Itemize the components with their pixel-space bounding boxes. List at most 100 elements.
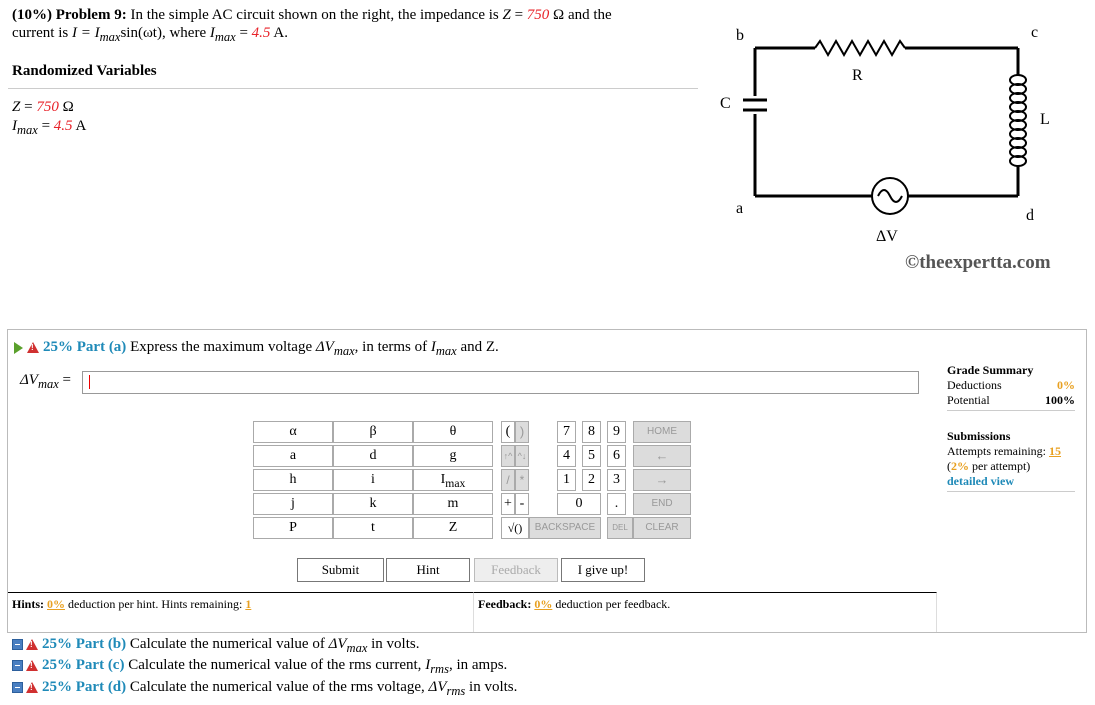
key-j[interactable]: j bbox=[253, 493, 333, 515]
max-subscript-2: max bbox=[214, 30, 236, 44]
circuit-diagram: b c a d R L C ΔV bbox=[720, 24, 1050, 245]
part-a-header[interactable]: 25% Part (a) Express the maximum voltage… bbox=[14, 339, 499, 359]
key-left-arrow[interactable]: ← bbox=[633, 445, 691, 467]
feedback-button[interactable]: Feedback bbox=[474, 558, 558, 582]
part-d-header[interactable]: 25% Part (d) Calculate the numerical val… bbox=[12, 679, 517, 699]
expand-triangle-icon[interactable] bbox=[14, 341, 23, 354]
label-r: R bbox=[852, 67, 863, 84]
z-symbol: Z bbox=[502, 7, 511, 23]
key-home[interactable]: HOME bbox=[633, 421, 691, 443]
answer-label: ΔVmax = bbox=[20, 372, 72, 391]
key-g[interactable]: g bbox=[413, 445, 493, 467]
submissions-title: Submissions bbox=[947, 429, 1011, 443]
key-beta[interactable]: β bbox=[333, 421, 413, 443]
key-theta[interactable]: θ bbox=[413, 421, 493, 443]
collapsed-icon[interactable] bbox=[12, 639, 23, 651]
key-right-arrow[interactable]: → bbox=[633, 469, 691, 491]
randomized-variables: Z = 750 Ω Imax = 4.5 A bbox=[12, 98, 86, 140]
key-p[interactable]: P bbox=[253, 517, 333, 539]
label-dv: ΔV bbox=[876, 228, 898, 245]
imax-variable: Imax = 4.5 A bbox=[12, 118, 87, 137]
warning-icon bbox=[26, 639, 38, 651]
key-dot[interactable]: . bbox=[607, 493, 626, 515]
sin-part: sin(ωt), where bbox=[120, 25, 207, 41]
key-del[interactable]: DEL bbox=[607, 517, 633, 539]
problem-text: In the simple AC circuit shown on the ri… bbox=[130, 7, 499, 23]
key-sqrt[interactable]: √() bbox=[501, 517, 529, 539]
submit-button[interactable]: Submit bbox=[297, 558, 384, 582]
problem-weight: (10%) bbox=[12, 7, 52, 23]
problem-text-2: and the bbox=[567, 7, 612, 23]
key-8[interactable]: 8 bbox=[582, 421, 601, 443]
key-a[interactable]: a bbox=[253, 445, 333, 467]
key-6[interactable]: 6 bbox=[607, 445, 626, 467]
key-divide[interactable]: / bbox=[501, 469, 515, 491]
key-2[interactable]: 2 bbox=[582, 469, 601, 491]
key-9[interactable]: 9 bbox=[607, 421, 626, 443]
key-alpha[interactable]: α bbox=[253, 421, 333, 443]
warning-icon bbox=[26, 682, 38, 694]
current-expr: I = I bbox=[71, 25, 100, 41]
key-d[interactable]: d bbox=[333, 445, 413, 467]
key-3[interactable]: 3 bbox=[607, 469, 626, 491]
key-plus[interactable]: + bbox=[501, 493, 515, 515]
per-attempt: (2% per attempt) bbox=[947, 459, 1031, 473]
grade-summary: Grade Summary Deductions 0% Potential 100%… bbox=[947, 363, 1075, 494]
key-multiply[interactable]: * bbox=[515, 469, 529, 491]
warning-icon bbox=[26, 660, 38, 672]
part-c-header[interactable]: 25% Part (c) Calculate the numerical val… bbox=[12, 657, 507, 677]
label-a: a bbox=[736, 200, 743, 217]
z-unit: Ω bbox=[553, 7, 565, 23]
imax-value: 4.5 bbox=[251, 25, 271, 41]
key-4[interactable]: 4 bbox=[557, 445, 576, 467]
hints-info: Hints: 0% deduction per hint. Hints rema… bbox=[8, 592, 476, 632]
key-imax[interactable]: Imax bbox=[413, 469, 493, 491]
key-paren-close[interactable]: ) bbox=[515, 421, 529, 443]
answer-input[interactable] bbox=[82, 371, 919, 394]
key-i[interactable]: i bbox=[333, 469, 413, 491]
key-subscript[interactable]: ^↓ bbox=[515, 445, 529, 467]
key-z[interactable]: Z bbox=[413, 517, 493, 539]
label-b: b bbox=[736, 27, 744, 44]
key-m[interactable]: m bbox=[413, 493, 493, 515]
key-backspace[interactable]: BACKSPACE bbox=[529, 517, 601, 539]
key-paren-open[interactable]: ( bbox=[501, 421, 515, 443]
z-value: 750 bbox=[526, 7, 550, 23]
imax-unit: A. bbox=[273, 25, 288, 41]
part-a-name: Part (a) bbox=[76, 339, 127, 355]
key-h[interactable]: h bbox=[253, 469, 333, 491]
deductions-row: Deductions 0% bbox=[947, 378, 1075, 392]
divider bbox=[8, 88, 698, 89]
resistor bbox=[814, 38, 906, 58]
part-b-header[interactable]: 25% Part (b) Calculate the numerical val… bbox=[12, 636, 419, 656]
inductor bbox=[1009, 74, 1027, 167]
key-0[interactable]: 0 bbox=[557, 493, 601, 515]
key-t[interactable]: t bbox=[333, 517, 413, 539]
label-c-cap: C bbox=[720, 95, 731, 112]
label-l: L bbox=[1040, 111, 1050, 128]
problem-statement: (10%) Problem 9: In the simple AC circui… bbox=[12, 7, 612, 44]
key-clear[interactable]: CLEAR bbox=[633, 517, 691, 539]
collapsed-icon[interactable] bbox=[12, 682, 23, 694]
collapsed-icon[interactable] bbox=[12, 660, 23, 672]
potential-row: Potential 100% bbox=[947, 393, 1075, 407]
key-end[interactable]: END bbox=[633, 493, 691, 515]
problem-label: Problem 9: bbox=[55, 7, 127, 23]
part-a-pct: 25% bbox=[43, 339, 73, 355]
copyright: ©theexpertta.com bbox=[905, 252, 1051, 273]
key-1[interactable]: 1 bbox=[557, 469, 576, 491]
text-cursor bbox=[89, 375, 90, 389]
key-k[interactable]: k bbox=[333, 493, 413, 515]
grade-summary-title: Grade Summary bbox=[947, 363, 1034, 377]
detailed-view-link[interactable]: detailed view bbox=[947, 474, 1075, 489]
label-c: c bbox=[1031, 24, 1038, 41]
warning-icon bbox=[27, 342, 39, 354]
hint-button[interactable]: Hint bbox=[386, 558, 470, 582]
give-up-button[interactable]: I give up! bbox=[561, 558, 645, 582]
problem-text-3: current is bbox=[12, 25, 69, 41]
key-superscript[interactable]: ↑^ bbox=[501, 445, 515, 467]
key-minus[interactable]: - bbox=[515, 493, 529, 515]
key-7[interactable]: 7 bbox=[557, 421, 576, 443]
feedback-info: Feedback: 0% deduction per feedback. bbox=[473, 592, 937, 632]
key-5[interactable]: 5 bbox=[582, 445, 601, 467]
